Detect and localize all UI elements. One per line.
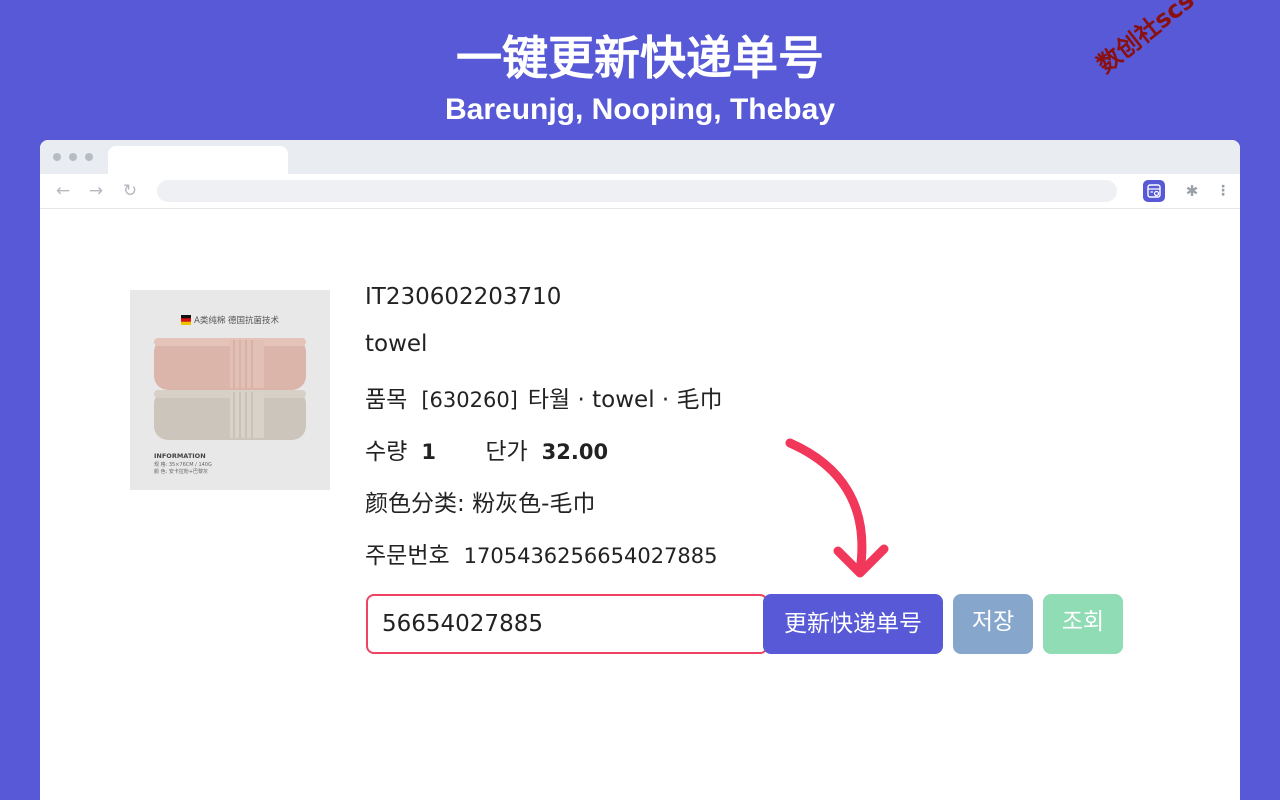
category-value: 타월 · towel · 毛巾 — [527, 387, 723, 413]
tracking-number-input[interactable] — [366, 594, 768, 654]
product-image: A类纯棉 德国抗菌技术 INFORMATION 规 格: 35×76CM / 1… — [130, 290, 330, 490]
extension-app-icon[interactable] — [1143, 180, 1165, 202]
price-value: 32.00 — [541, 440, 609, 464]
update-tracking-button[interactable]: 更新快递单号 — [763, 594, 943, 654]
image-info-heading: INFORMATION — [154, 452, 206, 460]
reload-icon[interactable]: ↻ — [120, 180, 140, 202]
browser-window: ← → ↻ ✱ ⋮ A类纯棉 德国抗菌技术 INFORMATION 规 格: 3… — [40, 140, 1240, 800]
category-code: [630260] — [421, 388, 518, 412]
window-dot — [53, 153, 61, 161]
order-number: 1705436256654027885 — [463, 544, 718, 568]
quantity-price-row: 수량 1 단가 32.00 — [365, 432, 608, 466]
color-label: 颜色分类: — [365, 491, 465, 517]
browser-tab[interactable] — [108, 146, 288, 174]
save-button[interactable]: 저장 — [953, 594, 1033, 654]
pointer-arrow — [785, 438, 889, 578]
browser-toolbar: ← → ↻ ✱ ⋮ — [40, 174, 1240, 209]
puzzle-icon[interactable]: ✱ — [1182, 181, 1202, 201]
image-caption: A类纯棉 德国抗菌技术 — [194, 315, 280, 326]
price-label: 단가 — [485, 439, 528, 465]
query-button[interactable]: 조회 — [1043, 594, 1123, 654]
category-label: 품목 — [365, 387, 408, 413]
window-dot — [85, 153, 93, 161]
hero-title: 一键更新快递单号 — [456, 31, 824, 85]
tab-strip — [40, 140, 1240, 174]
image-info-line: 规 格: 35×76CM / 140G — [154, 461, 212, 468]
back-arrow-icon[interactable]: ← — [53, 180, 73, 202]
color-value: 粉灰色-毛巾 — [472, 491, 596, 517]
order-label: 주문번호 — [365, 543, 450, 569]
category-row: 품목 [630260] 타월 · towel · 毛巾 — [365, 380, 723, 414]
hero-subtitle: Bareunjg, Nooping, Thebay — [444, 93, 835, 126]
image-info-line: 颜 色: 安卡拉粉+巴黎灰 — [154, 468, 208, 475]
order-row: 주문번호 1705436256654027885 — [365, 536, 718, 570]
quantity-label: 수량 — [365, 439, 408, 465]
color-row: 颜色分类: 粉灰色-毛巾 — [365, 484, 595, 518]
address-bar[interactable] — [157, 180, 1117, 202]
quantity-value: 1 — [421, 440, 436, 464]
more-vertical-icon[interactable]: ⋮ — [1216, 181, 1230, 201]
item-code: IT230602203710 — [365, 284, 562, 310]
window-dot — [69, 153, 77, 161]
product-name: towel — [365, 331, 428, 357]
forward-arrow-icon[interactable]: → — [86, 180, 106, 202]
